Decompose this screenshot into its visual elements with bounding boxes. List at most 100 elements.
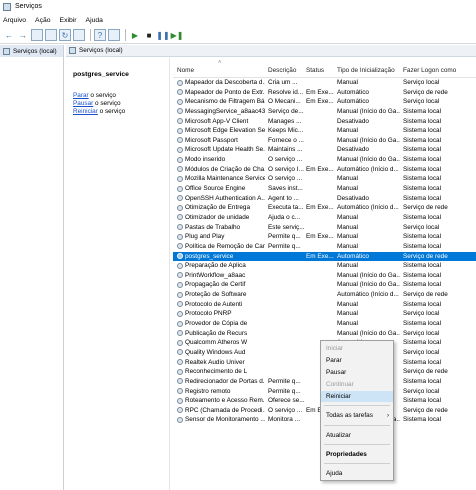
table-row[interactable]: Propagação de Certif Manual (Início do Ga… xyxy=(173,280,476,290)
service-gear-icon xyxy=(177,214,183,221)
restart-service-link[interactable]: Reiniciar xyxy=(73,108,98,115)
cell-logon-as: Sistema local xyxy=(403,377,442,385)
restart-service-icon[interactable]: ▶❚ xyxy=(171,29,184,41)
cell-logon-as: Serviço local xyxy=(403,329,440,337)
table-row[interactable]: Mecanismo de Filtragem Bá... O Mecani... E… xyxy=(173,97,476,107)
table-row[interactable]: Mapeador da Descoberta d... Cria um ... Ma… xyxy=(173,78,476,88)
cell-status: Em Exe... xyxy=(306,204,334,212)
table-row[interactable]: Office Source Engine Saves inst... Manual S… xyxy=(173,184,476,194)
column-header-tipo-inicializacao[interactable]: Tipo de Inicialização xyxy=(337,67,395,74)
ctx-reiniciar[interactable]: Reiniciar xyxy=(321,391,393,402)
service-name: Otimizador de unidade xyxy=(185,213,250,221)
service-gear-icon xyxy=(177,272,183,279)
panel-title: Serviços (local) xyxy=(79,47,123,54)
ctx-ajuda[interactable]: Ajuda xyxy=(321,468,393,479)
service-name: Pastas de Trabalho xyxy=(185,223,241,231)
ctx-separator xyxy=(324,444,390,445)
table-row[interactable]: Microsoft App-V Client Manages ... Desativ… xyxy=(173,117,476,127)
ctx-propriedades[interactable]: Propriedades xyxy=(321,449,393,460)
column-header-status[interactable]: Status xyxy=(306,67,324,74)
cell-description: Keeps Mic... xyxy=(268,127,304,135)
cell-logon-as: Sistema local xyxy=(403,416,442,424)
ctx-pausar[interactable]: Pausar xyxy=(321,367,393,378)
selected-service-name: postgres_service xyxy=(73,71,129,78)
cell-startup-type: Manual xyxy=(337,242,358,250)
table-row[interactable]: MessagingService_a8aac43 Serviço de... Man… xyxy=(173,107,476,117)
console-tree-icon[interactable] xyxy=(31,29,43,41)
menu-acao[interactable]: Ação xyxy=(35,17,51,24)
column-header-row: ˄ Nome Descrição Status Tipo de Iniciali… xyxy=(173,58,476,78)
cell-startup-type: Manual xyxy=(337,213,358,221)
menu-ajuda[interactable]: Ajuda xyxy=(86,17,103,24)
tree-item-services-local[interactable]: Serviços (local) xyxy=(0,45,63,57)
table-row[interactable]: Proteção de Software Automático (Início d… xyxy=(173,290,476,300)
list-view-icon[interactable] xyxy=(45,29,57,41)
service-name: OpenSSH Authentication A... xyxy=(185,194,265,202)
cell-logon-as: Sistema local xyxy=(403,213,442,221)
cell-name: Quality Windows Aud xyxy=(177,349,265,356)
table-row[interactable]: postgres_service Em Exe... Automático Servi… xyxy=(173,251,476,262)
export-list-icon[interactable] xyxy=(73,29,85,41)
table-row[interactable]: OpenSSH Authentication A... Agent to ... D… xyxy=(173,194,476,204)
title-bar: Serviços xyxy=(0,0,476,13)
column-header-descricao[interactable]: Descrição xyxy=(268,67,296,74)
table-row[interactable]: Publicação de Recurs Manual (Início do Ga… xyxy=(173,329,476,339)
table-row[interactable]: Otimizador de unidade Ajuda o c... Manual S… xyxy=(173,213,476,223)
pause-service-icon[interactable]: ❚❚ xyxy=(156,29,169,41)
column-header-fazer-logon[interactable]: Fazer Logon como xyxy=(403,67,456,74)
ctx-todas-label: Todas as tarefas xyxy=(326,412,373,419)
service-gear-icon xyxy=(177,233,183,240)
menu-exibir[interactable]: Exibir xyxy=(60,17,77,24)
refresh-icon[interactable]: ↻ xyxy=(59,29,71,41)
table-row[interactable]: Política de Remoção de Car... Permite q..… xyxy=(173,242,476,252)
menu-arquivo[interactable]: Arquivo xyxy=(3,17,26,24)
cell-startup-type: Manual xyxy=(337,262,358,270)
column-header-nome[interactable]: Nome xyxy=(177,67,194,74)
properties-icon[interactable] xyxy=(108,29,120,41)
ctx-iniciar[interactable]: Iniciar xyxy=(321,343,393,354)
cell-logon-as: Serviço local xyxy=(403,98,440,106)
table-row[interactable]: Microsoft Passport Fornece o ... Manual (I… xyxy=(173,136,476,146)
stop-service-link[interactable]: Parar xyxy=(73,92,89,99)
ctx-todas-as-tarefas[interactable]: Todas as tarefas › xyxy=(321,410,393,421)
cell-startup-type: Automático (Início d... xyxy=(337,204,399,212)
table-row[interactable]: Protocolo PNRP Manual Serviço local xyxy=(173,309,476,319)
ctx-parar[interactable]: Parar xyxy=(321,355,393,366)
extended-detail-pane: postgres_service Parar o serviço Pausar … xyxy=(66,58,170,490)
table-row[interactable]: Microsoft Edge Elevation Se... Keeps Mic.… xyxy=(173,126,476,136)
cell-description: Ajuda o c... xyxy=(268,213,300,221)
ctx-continuar[interactable]: Continuar xyxy=(321,379,393,390)
cell-description: Permite q... xyxy=(268,377,301,385)
stop-service-icon[interactable]: ■ xyxy=(143,29,155,41)
table-row[interactable]: Preparação de Aplica Manual Sistema local xyxy=(173,261,476,271)
pause-service-link[interactable]: Pausar xyxy=(73,100,93,107)
service-name: Preparação de Aplica xyxy=(185,262,246,270)
forward-arrow-icon[interactable]: → xyxy=(17,29,29,41)
help-icon[interactable]: ? xyxy=(94,29,106,41)
start-service-icon[interactable]: ▶ xyxy=(129,29,141,41)
table-row[interactable]: Modo inserido O serviço ... Manual (Início… xyxy=(173,155,476,165)
table-row[interactable]: Microsoft Update Health Se... Maintains .… xyxy=(173,145,476,155)
cell-name: Microsoft Passport xyxy=(177,137,265,144)
table-row[interactable]: Otimização de Entrega Executa ta... Em Exe… xyxy=(173,203,476,213)
table-row[interactable]: Pastas de Trabalho Este serviç... Manual Se… xyxy=(173,223,476,233)
table-row[interactable]: PrintWorkflow_a8aac Manual (Início do Ga.… xyxy=(173,271,476,281)
ctx-atualizar[interactable]: Atualizar xyxy=(321,430,393,441)
toolbar: ← → ↻ ? ▶ ■ ❚❚ ▶❚ xyxy=(0,27,476,44)
service-name: Protocolo PNRP xyxy=(185,310,232,318)
cell-name: Publicação de Recurs xyxy=(177,330,265,337)
table-row[interactable]: Mapeador de Ponto de Extr... Resolve id..… xyxy=(173,88,476,98)
table-row[interactable]: Plug and Play Permite q... Em Exe... Manual… xyxy=(173,232,476,242)
cell-logon-as: Sistema local xyxy=(403,242,442,250)
back-arrow-icon[interactable]: ← xyxy=(3,29,15,41)
service-gear-icon xyxy=(177,118,183,125)
table-row[interactable]: Mozilla Maintenance Service O serviço ...… xyxy=(173,174,476,184)
cell-startup-type: Manual (Início do Ga... xyxy=(337,271,400,279)
service-name: RPC (Chamada de Procedi... xyxy=(185,406,265,414)
table-row[interactable]: Módulos de Criação de Cha... O serviço I.… xyxy=(173,165,476,175)
service-gear-icon xyxy=(177,243,183,250)
table-row[interactable]: Provedor de Cópia de Manual Sistema local xyxy=(173,319,476,329)
table-row[interactable]: Protocolo de Autenti Manual Sistema local xyxy=(173,300,476,310)
cell-description: Saves inst... xyxy=(268,185,303,193)
cell-startup-type: Manual xyxy=(337,185,358,193)
